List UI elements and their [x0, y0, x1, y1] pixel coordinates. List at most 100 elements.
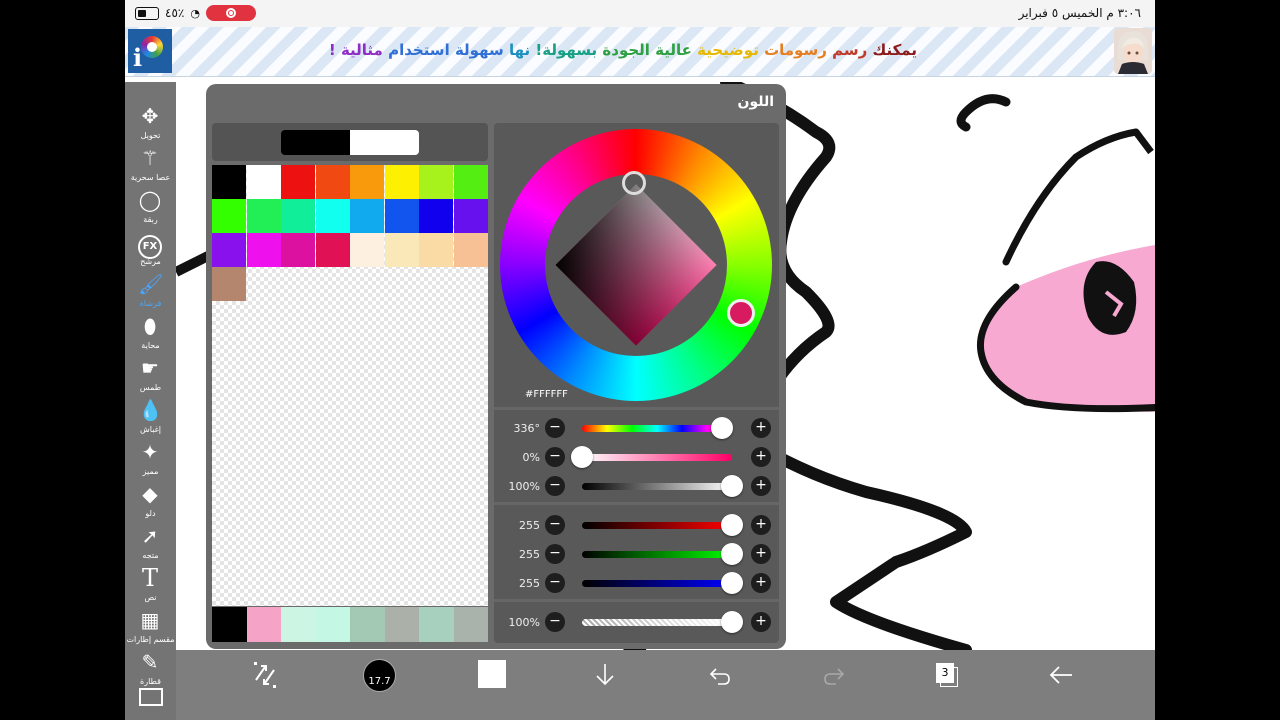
tool-magic-wand[interactable]: ⚚ عصا سحرية	[125, 144, 176, 185]
tool-text[interactable]: T نص	[125, 564, 176, 605]
download-arrow-icon[interactable]	[594, 660, 616, 690]
tool-special[interactable]: ✦ مميز	[125, 438, 176, 479]
tool-blur[interactable]: 💧 إغباش	[125, 396, 176, 437]
current-color-button[interactable]	[478, 660, 506, 688]
brightness-slider-knob[interactable]	[721, 475, 743, 497]
tool-filter[interactable]: FX مرشح	[125, 228, 176, 269]
palette-swatch[interactable]	[246, 233, 281, 267]
hue-increase-button[interactable]: +	[751, 418, 771, 438]
palette-swatch[interactable]	[419, 199, 453, 233]
tool-transform[interactable]: ✥ تحويل	[125, 102, 176, 143]
palette-swatch[interactable]	[212, 165, 246, 199]
back-arrow-icon[interactable]	[1048, 660, 1074, 690]
app-logo-icon[interactable]: i	[128, 29, 172, 73]
opacity-increase-button[interactable]: +	[751, 612, 771, 632]
palette-swatch[interactable]	[384, 199, 419, 233]
green-decrease-button[interactable]: −	[545, 544, 565, 564]
palette-swatch[interactable]	[350, 233, 384, 267]
saturation-decrease-button[interactable]: −	[545, 447, 565, 467]
ad-banner[interactable]: i يمكنك رسم رسومات توضيحية عالية الجودة …	[125, 27, 1155, 77]
brightness-value: 100%	[508, 480, 540, 493]
palette-swatch[interactable]	[281, 233, 315, 267]
palette-swatch[interactable]	[419, 165, 453, 199]
tool-frame-divider[interactable]: ▦ مقسم إطارات	[125, 606, 176, 647]
red-slider-track[interactable]	[582, 522, 732, 529]
tool-smudge[interactable]: ☛ طمس	[125, 354, 176, 395]
red-decrease-button[interactable]: −	[545, 515, 565, 535]
hue-slider-knob[interactable]	[710, 417, 733, 439]
tool-lasso[interactable]: ◯ ربقة	[125, 186, 176, 227]
opacity-decrease-button[interactable]: −	[545, 612, 565, 632]
palette-swatch[interactable]	[384, 233, 419, 267]
color-palette	[212, 165, 488, 606]
brush-size-button[interactable]: 17.7	[363, 659, 396, 692]
tool-label: عصا سحرية	[130, 173, 171, 182]
palette-swatch[interactable]	[281, 199, 315, 233]
blue-increase-button[interactable]: +	[751, 573, 771, 593]
tool-fill[interactable]: ◆ دلو	[125, 480, 176, 521]
saturation-slider-track[interactable]	[582, 454, 732, 461]
palette-swatch[interactable]	[246, 199, 281, 233]
green-increase-button[interactable]: +	[751, 544, 771, 564]
palette-swatch[interactable]	[350, 199, 384, 233]
history-swatch[interactable]	[419, 607, 454, 642]
red-slider-knob[interactable]	[721, 514, 743, 536]
blue-slider-knob[interactable]	[721, 572, 743, 594]
brightness-decrease-button[interactable]: −	[545, 476, 565, 496]
tool-eraser[interactable]: ⬮ محاية	[125, 312, 176, 353]
palette-swatch[interactable]	[315, 199, 350, 233]
ad-text-segment: رسومات	[764, 41, 827, 59]
layers-button[interactable]: 3	[936, 663, 958, 687]
palette-swatch[interactable]	[315, 233, 350, 267]
palette-swatch[interactable]	[384, 165, 419, 199]
saturation-increase-button[interactable]: +	[751, 447, 771, 467]
palette-swatch[interactable]	[453, 165, 488, 199]
palette-swatch[interactable]	[453, 199, 488, 233]
blue-decrease-button[interactable]: −	[545, 573, 565, 593]
color-wheel-area	[494, 123, 779, 411]
history-swatch[interactable]	[315, 607, 350, 642]
hue-slider-track[interactable]	[582, 425, 732, 432]
canvas-icon[interactable]	[139, 688, 163, 706]
palette-swatch[interactable]	[246, 165, 281, 199]
green-slider-track[interactable]	[582, 551, 732, 558]
palette-swatch[interactable]	[212, 233, 246, 267]
red-increase-button[interactable]: +	[751, 515, 771, 535]
tool-brush[interactable]: 🖌 فرشاة	[125, 270, 176, 311]
history-swatch[interactable]	[212, 607, 247, 642]
screen-record-indicator[interactable]	[205, 5, 256, 21]
saturation-slider-knob[interactable]	[571, 446, 593, 468]
brightness-increase-button[interactable]: +	[751, 476, 771, 496]
hue-decrease-button[interactable]: −	[545, 418, 565, 438]
bottom-toolbar: 17.7 3	[176, 650, 1155, 720]
blue-slider-track[interactable]	[582, 580, 732, 587]
tool-eyedropper[interactable]: ✎ قطارة	[125, 648, 176, 689]
sv-cursor[interactable]	[622, 171, 646, 195]
opacity-slider-row: 100% − +	[494, 608, 779, 638]
palette-swatch[interactable]	[281, 165, 315, 199]
history-swatch[interactable]	[246, 607, 281, 642]
palette-swatch[interactable]	[212, 199, 246, 233]
palette-swatch[interactable]	[453, 233, 488, 267]
history-swatch[interactable]	[384, 607, 419, 642]
brightness-slider-track[interactable]	[582, 483, 732, 490]
undo-icon[interactable]	[708, 660, 732, 690]
palette-swatch[interactable]	[350, 165, 384, 199]
opacity-slider-knob[interactable]	[721, 611, 743, 633]
palette-swatch[interactable]	[315, 165, 350, 199]
tool-select[interactable]: ➚ متجه	[125, 522, 176, 563]
palette-swatch[interactable]	[419, 233, 453, 267]
color-panel: اللون #FFFFFF 336° − +0% − +100% − +255− +255− +…	[206, 84, 786, 649]
palette-swatch[interactable]	[212, 267, 246, 301]
history-swatch[interactable]	[281, 607, 316, 642]
hue-cursor[interactable]	[727, 299, 755, 327]
opacity-slider-track[interactable]	[582, 619, 732, 626]
green-slider-knob[interactable]	[721, 543, 743, 565]
history-swatch[interactable]	[350, 607, 385, 642]
previous-color-swatch[interactable]	[350, 130, 419, 155]
opacity-value: 100%	[508, 616, 540, 629]
quick-menu-icon[interactable]	[252, 660, 278, 690]
redo-icon[interactable]	[822, 660, 846, 690]
history-swatch[interactable]	[453, 607, 488, 642]
current-color-swatch[interactable]	[281, 130, 350, 155]
